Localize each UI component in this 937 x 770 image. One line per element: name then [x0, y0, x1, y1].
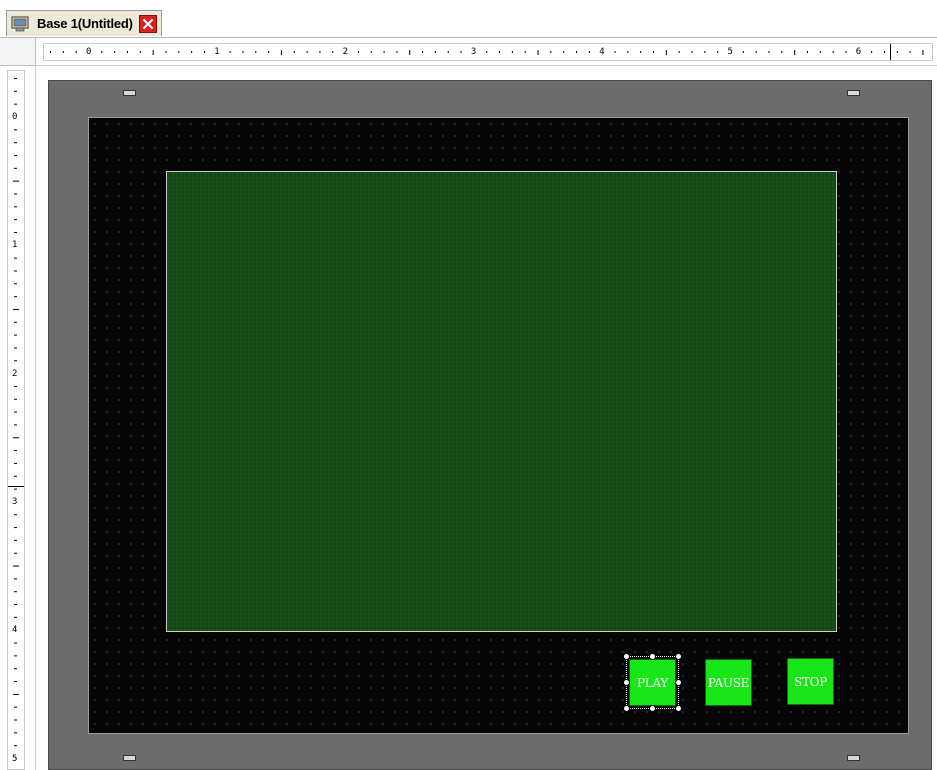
- selection-outline: [626, 656, 679, 709]
- ruler-label: 0: [86, 47, 92, 57]
- stop-button[interactable]: STOP: [787, 658, 834, 705]
- resize-handle[interactable]: [649, 705, 656, 712]
- ruler-corner: [0, 38, 36, 66]
- pause-button[interactable]: PAUSE: [705, 659, 752, 706]
- horizontal-ruler: 0 1 2 3 4 5 6: [36, 38, 937, 66]
- resize-handle[interactable]: [675, 653, 682, 660]
- screen-window-icon: [11, 16, 29, 32]
- ruler-label: 1: [12, 240, 18, 251]
- ruler-label: 4: [12, 625, 18, 636]
- pause-button-label: PAUSE: [707, 675, 750, 690]
- editor-tab-bar: Base 1(Untitled): [0, 0, 937, 38]
- bezel-slot: [123, 755, 136, 761]
- resize-handle[interactable]: [623, 653, 630, 660]
- ruler-label: 4: [599, 47, 605, 57]
- stop-button-label: STOP: [794, 674, 827, 689]
- bezel-slot: [847, 755, 860, 761]
- resize-handle[interactable]: [675, 705, 682, 712]
- ruler-label: 6: [855, 47, 862, 57]
- close-icon[interactable]: [138, 14, 157, 33]
- resize-handle[interactable]: [623, 705, 630, 712]
- device-bezel: PLAY PAUSE STOP: [48, 80, 932, 770]
- resize-handle[interactable]: [675, 679, 682, 686]
- resize-handle[interactable]: [623, 679, 630, 686]
- ruler-ticks: [50, 50, 924, 55]
- tab-base-1[interactable]: Base 1(Untitled): [6, 10, 162, 36]
- ruler-label: 3: [12, 496, 18, 507]
- ruler-position-marker: [8, 486, 24, 487]
- bezel-slot: [847, 90, 860, 96]
- ruler-label: 2: [342, 47, 349, 57]
- ruler-label: 0: [12, 112, 18, 122]
- resize-handle[interactable]: [649, 653, 656, 660]
- ruler-label: 2: [12, 368, 18, 379]
- tab-title: Base 1(Untitled): [37, 16, 133, 31]
- ruler-label: 1: [214, 47, 220, 57]
- bezel-slot: [123, 90, 136, 96]
- ruler-label: 3: [470, 47, 477, 57]
- ruler-position-marker: [890, 44, 891, 60]
- vertical-ruler: 0 1 2 3 4 5: [0, 66, 36, 770]
- ruler-ticks: [13, 78, 19, 747]
- display-area[interactable]: [166, 171, 837, 632]
- ruler-label: 5: [12, 753, 18, 764]
- editor-canvas[interactable]: PLAY PAUSE STOP: [36, 66, 937, 770]
- ruler-label: 5: [727, 47, 733, 57]
- base-screen[interactable]: PLAY PAUSE STOP: [88, 117, 909, 734]
